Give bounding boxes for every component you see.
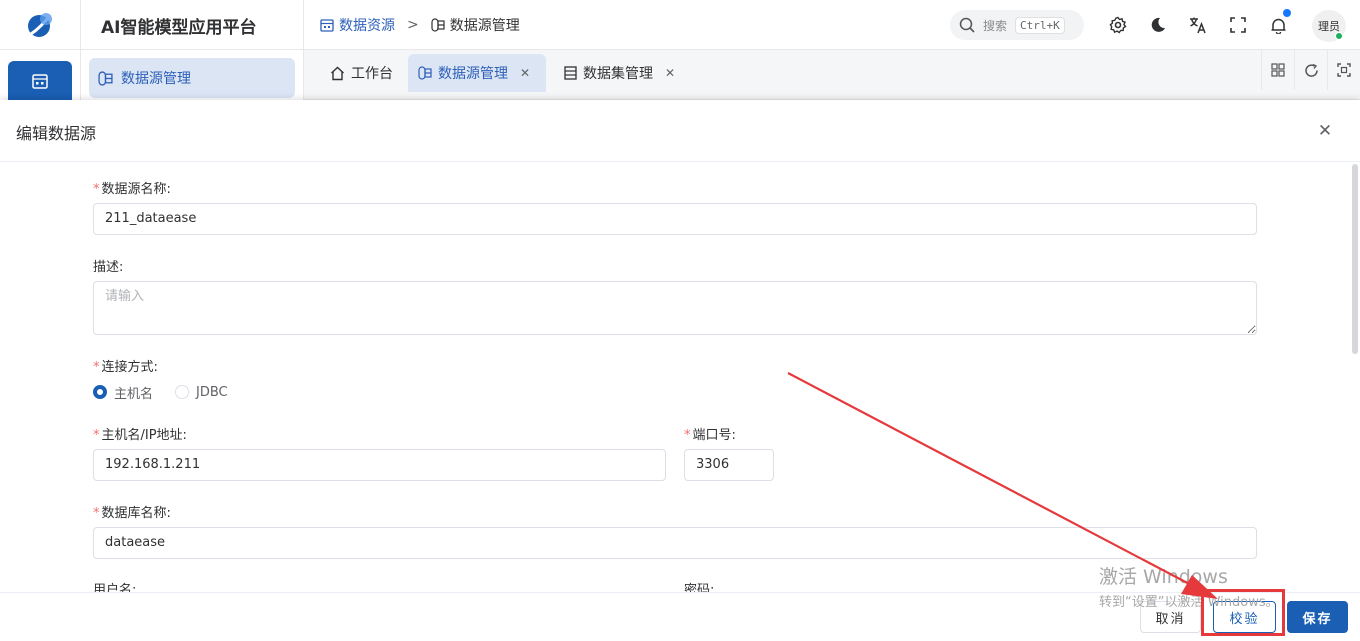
user-avatar[interactable]: 理员	[1312, 10, 1346, 42]
database-icon	[98, 70, 113, 86]
logo-icon	[28, 13, 53, 37]
calendar-icon	[32, 74, 48, 89]
tab-maximize-button[interactable]	[1327, 50, 1360, 90]
datasource-name-label: * 数据源名称:	[93, 182, 171, 197]
dialog-body: *数据源名称: 211_dataease 描述: *连接方式: 主机名 JDBC…	[0, 162, 1360, 592]
required-mark: *	[93, 506, 100, 521]
radio-jdbc[interactable]: JDBC	[175, 385, 228, 400]
host-input[interactable]: 192.168.1.211	[93, 449, 666, 481]
refresh-icon	[1304, 63, 1318, 77]
required-mark: *	[684, 428, 691, 443]
cancel-button[interactable]: 取消	[1140, 601, 1201, 633]
moon-icon	[1151, 17, 1165, 32]
dialog-footer: 取消 校验 保存	[0, 592, 1360, 641]
radio-hostname[interactable]: 主机名	[93, 383, 153, 402]
edit-datasource-dialog: 编辑数据源 ✕ *数据源名称: 211_dataease 描述: *连接方式: …	[0, 100, 1360, 641]
fullscreen-icon	[1230, 17, 1246, 33]
connection-mode-radio-group: 主机名 JDBC	[93, 381, 228, 403]
side-rail-data-resources[interactable]	[8, 61, 72, 101]
database-icon	[431, 18, 445, 32]
required-mark: *	[93, 360, 100, 375]
notifications-button[interactable]	[1268, 9, 1291, 35]
tab-label: 数据集管理	[583, 66, 653, 82]
required-mark: *	[93, 182, 100, 197]
breadcrumb-item-datasource-mgmt: 数据源管理	[431, 15, 520, 35]
online-status-dot	[1335, 32, 1343, 40]
tab-dataset-mgmt[interactable]: 数据集管理 ✕	[554, 54, 685, 92]
radio-unchecked-icon	[175, 385, 190, 399]
search-placeholder: 搜索	[983, 18, 1008, 33]
dialog-title: 编辑数据源	[16, 124, 97, 143]
chevron-right-icon: >	[407, 17, 419, 33]
description-textarea[interactable]	[93, 281, 1257, 335]
save-button[interactable]: 保存	[1287, 601, 1348, 633]
dialog-close-button[interactable]: ✕	[1316, 121, 1334, 141]
calendar-icon	[320, 19, 334, 32]
port-input[interactable]: 3306	[684, 449, 774, 481]
global-search[interactable]: 搜索 Ctrl+K	[950, 10, 1084, 40]
close-icon[interactable]: ✕	[520, 66, 530, 80]
notification-badge	[1283, 9, 1291, 17]
language-button[interactable]	[1188, 15, 1208, 35]
database-name-label: * 数据库名称:	[93, 506, 171, 521]
fullscreen-button[interactable]	[1228, 15, 1248, 35]
username-label: 用户名:	[93, 583, 137, 592]
settings-button[interactable]	[1108, 15, 1128, 35]
bell-icon	[1271, 18, 1285, 34]
breadcrumb: 数据资源 > 数据源管理	[320, 0, 520, 50]
top-header: AI智能模型应用平台 数据资源 > 数据源管理 搜索 Ctrl+K 理员	[0, 0, 1360, 50]
tab-bar: 工作台 数据源管理 ✕ 数据集管理 ✕	[304, 50, 1360, 100]
dark-mode-toggle[interactable]	[1148, 15, 1168, 35]
maximize-icon	[1337, 63, 1351, 77]
tab-label: 数据源管理	[438, 66, 508, 82]
search-icon	[959, 17, 975, 33]
tab-workbench[interactable]: 工作台	[320, 54, 403, 92]
verify-button[interactable]: 校验	[1213, 601, 1276, 633]
list-icon	[564, 66, 577, 80]
dialog-scrollbar[interactable]	[1350, 162, 1360, 592]
tab-refresh-button[interactable]	[1294, 50, 1327, 90]
side-rail	[0, 50, 81, 101]
required-mark: *	[93, 428, 100, 443]
password-label: 密码:	[684, 583, 715, 592]
dialog-header: 编辑数据源 ✕	[0, 100, 1360, 162]
breadcrumb-label: 数据资源	[339, 18, 395, 34]
tab-datasource-mgmt[interactable]: 数据源管理 ✕	[408, 54, 546, 92]
search-shortcut: Ctrl+K	[1015, 16, 1065, 34]
home-icon	[331, 66, 344, 80]
description-label: 描述:	[93, 260, 124, 275]
tab-grid-button[interactable]	[1261, 50, 1294, 90]
port-label: * 端口号:	[684, 428, 736, 443]
close-icon[interactable]: ✕	[665, 66, 675, 80]
connection-mode-label: * 连接方式:	[93, 360, 158, 375]
gear-icon	[1109, 16, 1127, 34]
sidebar-item-datasource-mgmt[interactable]: 数据源管理	[89, 58, 295, 98]
breadcrumb-label: 数据源管理	[449, 18, 520, 34]
side-menu: 数据源管理	[81, 50, 304, 100]
scrollbar-thumb[interactable]	[1352, 164, 1358, 354]
radio-label: JDBC	[196, 384, 228, 400]
radio-checked-icon	[93, 385, 107, 399]
datasource-name-input[interactable]: 211_dataease	[93, 203, 1257, 235]
host-label: * 主机名/IP地址:	[93, 428, 187, 443]
translate-icon	[1190, 17, 1206, 34]
app-title: AI智能模型应用平台	[81, 0, 304, 50]
radio-label: 主机名	[114, 386, 154, 402]
database-icon	[418, 66, 432, 80]
app-logo[interactable]	[0, 0, 81, 50]
tab-label: 工作台	[351, 66, 393, 82]
breadcrumb-item-data-resources[interactable]: 数据资源	[320, 15, 395, 35]
database-name-input[interactable]: dataease	[93, 527, 1257, 559]
sidebar-item-label: 数据源管理	[121, 71, 191, 87]
grid-icon	[1271, 63, 1285, 77]
close-icon: ✕	[1317, 121, 1333, 141]
tab-tools	[1261, 50, 1360, 90]
